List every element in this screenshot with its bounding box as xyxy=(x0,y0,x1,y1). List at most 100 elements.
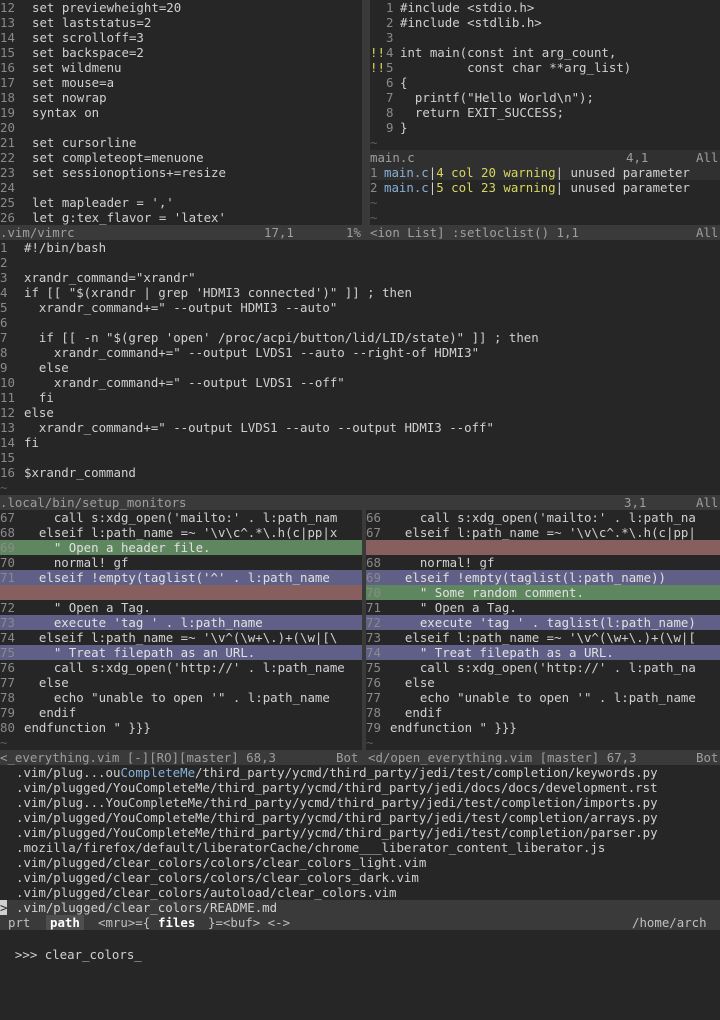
code-line[interactable]: 13 set laststatus=2 xyxy=(0,15,362,30)
ctrlp-result-item[interactable]: .vim/plugged/YouCompleteMe/third_party/y… xyxy=(0,810,720,825)
code-line[interactable]: 17 set mouse=a xyxy=(0,75,362,90)
ctrlp-result-item[interactable]: .vim/plugged/clear_colors/colors/clear_c… xyxy=(0,855,720,870)
line-number: 22 xyxy=(0,150,15,165)
code-line[interactable]: 9} xyxy=(370,120,720,135)
ctrlp-mru-label[interactable]: <mru>={ xyxy=(98,915,150,930)
code-line[interactable]: !!5 const char **arg_list) xyxy=(370,60,720,75)
code-line[interactable]: 70 normal! gf xyxy=(0,555,362,570)
code-line[interactable]: 73 elseif l:path_name =~ '\v^(\w+\.)+(\w… xyxy=(366,630,720,645)
code-line[interactable]: 8 xrandr_command+=" --output LVDS1 --aut… xyxy=(0,345,720,360)
code-line[interactable]: 66 call s:xdg_open('mailto:' . l:path_na xyxy=(366,510,720,525)
code-line[interactable] xyxy=(366,540,720,555)
code-line[interactable]: 78 echo "unable to open '" . l:path_name xyxy=(0,690,362,705)
code-line[interactable]: 76 else xyxy=(366,675,720,690)
code-line[interactable]: 77 else xyxy=(0,675,362,690)
line-text: let mapleader = ',' xyxy=(32,195,174,210)
vertical-split-top[interactable] xyxy=(362,0,370,240)
code-line[interactable] xyxy=(0,585,362,600)
code-line[interactable]: 67 call s:xdg_open('mailto:' . l:path_na… xyxy=(0,510,362,525)
ctrlp-result-item[interactable]: .vim/plugged/clear_colors/colors/clear_c… xyxy=(0,870,720,885)
ctrlp-result-item[interactable]: .vim/plug...YouCompleteMe/third_party/yc… xyxy=(0,795,720,810)
search-input[interactable]: clear_colors xyxy=(45,947,135,962)
code-line[interactable]: 75 call s:xdg_open('http://' . l:path_na xyxy=(366,660,720,675)
code-line[interactable]: 23 set sessionoptions+=resize xyxy=(0,165,362,180)
code-line[interactable]: 78 endif xyxy=(366,705,720,720)
code-line[interactable]: 12 else xyxy=(0,405,720,420)
diff-right-pane[interactable]: 66 call s:xdg_open('mailto:' . l:path_na… xyxy=(366,510,720,750)
code-line[interactable]: 3 xrandr_command="xrandr" xyxy=(0,270,720,285)
ctrlp-mode-path[interactable]: path xyxy=(46,915,84,930)
code-line[interactable]: 6{ xyxy=(370,75,720,90)
ctrlp-results-list[interactable]: .vim/plug...ouCompleteMe/third_party/ycm… xyxy=(0,765,720,915)
code-line[interactable]: 13 xrandr_command+=" --output LVDS1 --au… xyxy=(0,420,720,435)
code-line[interactable]: 67 elseif l:path_name =~ '\v\c^.*\.h(c|p… xyxy=(366,525,720,540)
code-line[interactable]: 14 set scrolloff=3 xyxy=(0,30,362,45)
script-editor-pane[interactable]: 1 #!/bin/bash 2 3 xrandr_command="xrandr" 4 if… xyxy=(0,240,720,495)
code-line[interactable]: 7 printf("Hello World\n"); xyxy=(370,90,720,105)
ctrlp-result-item[interactable]: > .vim/plugged/clear_colors/README.md xyxy=(0,900,720,915)
code-line[interactable]: 21 set cursorline xyxy=(0,135,362,150)
code-line[interactable]: 74 " Treat filepath as a URL. xyxy=(366,645,720,660)
ctrlp-result-item[interactable]: .vim/plugged/clear_colors/autoload/clear… xyxy=(0,885,720,900)
code-line[interactable]: 16 $xrandr_command xyxy=(0,465,720,480)
code-line[interactable]: 69 elseif !empty(taglist(l:path_name)) xyxy=(366,570,720,585)
ctrlp-result-item[interactable]: .vim/plugged/YouCompleteMe/third_party/y… xyxy=(0,825,720,840)
code-line[interactable]: 72 " Open a Tag. xyxy=(0,600,362,615)
code-line[interactable]: 69 " Open a header file. xyxy=(0,540,362,555)
code-line[interactable]: 2 #include <stdlib.h> xyxy=(370,15,720,30)
code-line[interactable]: 74 elseif l:path_name =~ '\v^(\w+\.)+(\w… xyxy=(0,630,362,645)
code-line[interactable]: 76 call s:xdg_open('http://' . l:path_na… xyxy=(0,660,362,675)
code-line[interactable]: 20 xyxy=(0,120,362,135)
ctrlp-result-item[interactable]: .vim/plug...ouCompleteMe/third_party/ycm… xyxy=(0,765,720,780)
code-line[interactable]: 75 " Treat filepath as an URL. xyxy=(0,645,362,660)
code-line[interactable]: 8 return EXIT_SUCCESS; xyxy=(370,105,720,120)
code-line[interactable]: 6 xyxy=(0,315,720,330)
code-line[interactable]: 79 endfunction " }}} xyxy=(366,720,720,735)
code-line[interactable]: 15 xyxy=(0,450,720,465)
loclist-item[interactable]: 2 main.c|5 col 23 warning| unused paramet… xyxy=(370,180,720,195)
location-list-pane[interactable]: 1 main.c |4 col 20 warning| unused paramet… xyxy=(370,165,720,225)
code-line[interactable]: 70 " Some random comment. xyxy=(366,585,720,600)
ctrlp-files-label[interactable]: files xyxy=(158,915,195,930)
diff-left-pane[interactable]: 67 call s:xdg_open('mailto:' . l:path_na… xyxy=(0,510,362,750)
ctrlp-buf-label[interactable]: }=<buf> <-> xyxy=(208,915,290,930)
code-line[interactable]: 15 set backspace=2 xyxy=(0,45,362,60)
code-line[interactable]: 24 xyxy=(0,180,362,195)
code-line[interactable]: 79 endif xyxy=(0,705,362,720)
code-line[interactable]: 2 xyxy=(0,255,720,270)
code-line[interactable]: 11 fi xyxy=(0,390,720,405)
code-line[interactable]: 18 set nowrap xyxy=(0,90,362,105)
diff-left-filename: <_everything.vim [-][RO][master] 68,3 xyxy=(0,750,277,765)
ctrlp-result-item[interactable]: .vim/plugged/YouCompleteMe/third_party/y… xyxy=(0,780,720,795)
code-line[interactable]: 1 #include <stdio.h> xyxy=(370,0,720,15)
code-line[interactable]: 10 xrandr_command+=" --output LVDS1 --of… xyxy=(0,375,720,390)
code-line[interactable]: 14 fi xyxy=(0,435,720,450)
ctrlp-prompt[interactable]: >>> clear_colors_ xyxy=(0,932,720,962)
code-line[interactable]: 80 endfunction " }}} xyxy=(0,720,362,735)
code-line[interactable]: !!4 int main(const int arg_count, xyxy=(370,45,720,60)
code-line[interactable]: 71 elseif !empty(taglist('^' . l:path_na… xyxy=(0,570,362,585)
code-line[interactable]: 22 set completeopt=menuone xyxy=(0,150,362,165)
vimrc-editor-pane[interactable]: 12 set previewheight=20 13 set laststatus=2… xyxy=(0,0,362,225)
code-line[interactable]: 19 syntax on xyxy=(0,105,362,120)
code-line[interactable]: 4 if [[ "$(xrandr | grep 'HDMI3 connected… xyxy=(0,285,720,300)
code-line[interactable]: 3 xyxy=(370,30,720,45)
code-line[interactable]: 7 if [[ -n "$(grep 'open' /proc/acpi/but… xyxy=(0,330,720,345)
code-line[interactable]: 9 else xyxy=(0,360,720,375)
code-line[interactable]: 25 let mapleader = ',' xyxy=(0,195,362,210)
code-line[interactable]: 68 elseif l:path_name =~ '\v\c^.*\.h(c|p… xyxy=(0,525,362,540)
code-line[interactable]: 16 set wildmenu xyxy=(0,60,362,75)
code-line[interactable]: 5 xrandr_command+=" --output HDMI3 --aut… xyxy=(0,300,720,315)
mainc-position: 4,1 xyxy=(626,150,649,165)
code-line[interactable]: 12 set previewheight=20 xyxy=(0,0,362,15)
code-line[interactable]: 72 execute 'tag ' . taglist(l:path_name) xyxy=(366,615,720,630)
code-line[interactable]: 71 " Open a Tag. xyxy=(366,600,720,615)
mainc-editor-pane[interactable]: 1 #include <stdio.h> 2 #include <stdlib.h> 3… xyxy=(370,0,720,150)
code-line[interactable]: 26 let g:tex_flavor = 'latex' xyxy=(0,210,362,225)
code-line[interactable]: 1 #!/bin/bash xyxy=(0,240,720,255)
code-line[interactable]: 73 execute 'tag ' . l:path_name xyxy=(0,615,362,630)
code-line[interactable]: 77 echo "unable to open '" . l:path_name xyxy=(366,690,720,705)
code-line[interactable]: 68 normal! gf xyxy=(366,555,720,570)
ctrlp-result-item[interactable]: .mozilla/firefox/default/liberatorCache/… xyxy=(0,840,720,855)
loclist-item[interactable]: 1 main.c|4 col 20 warning| unused paramet… xyxy=(370,165,720,180)
